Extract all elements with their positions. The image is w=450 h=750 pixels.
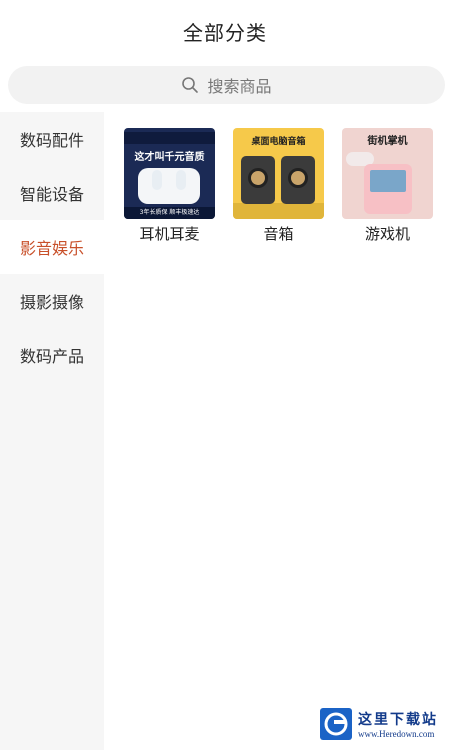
header: 全部分类: [0, 0, 450, 62]
game-console-image: 街机掌机: [342, 128, 433, 219]
earbuds-case: [138, 168, 200, 204]
banner-strip: [124, 132, 215, 144]
sidebar-item-digital-accessories[interactable]: 数码配件: [0, 112, 104, 166]
product-speakers[interactable]: 桌面电脑音箱 音箱: [233, 128, 324, 244]
console-screen: [370, 170, 406, 192]
watermark-en: www.Heredown.com: [358, 729, 435, 739]
earbud-left: [152, 170, 162, 190]
site-watermark: 这里下载站 www.Heredown.com: [320, 708, 438, 740]
watermark-cn: 这里下载站: [358, 712, 438, 728]
watermark-text: 这里下载站 www.Heredown.com: [358, 709, 438, 739]
console-headline: 街机掌机: [367, 136, 408, 147]
earbud-right: [176, 170, 186, 190]
search-bar[interactable]: 搜索商品: [8, 66, 445, 104]
sidebar-item-smart-devices[interactable]: 智能设备: [0, 166, 104, 220]
sidebar-item-photography[interactable]: 摄影摄像: [0, 274, 104, 328]
product-label: 音箱: [263, 225, 294, 243]
sidebar-item-digital-products[interactable]: 数码产品: [0, 328, 104, 382]
page-title: 全部分类: [183, 20, 267, 45]
product-earphones[interactable]: 这才叫千元音质 3年长质保 顺丰极速达 耳机耳麦: [124, 128, 215, 244]
category-sidebar: 数码配件 智能设备 影音娱乐 摄影摄像 数码产品: [0, 112, 104, 750]
app-root: 全部分类 搜索商品 数码配件 智能设备 影音娱乐 摄影摄像 数码产品 这才叫千元…: [0, 0, 450, 750]
product-label: 耳机耳麦: [139, 225, 200, 243]
speakers-image: 桌面电脑音箱: [233, 128, 324, 219]
search-icon: [182, 77, 199, 93]
floor-shape: [233, 203, 324, 219]
speaker-right: [281, 156, 315, 204]
sidebar-item-audio-entertainment[interactable]: 影音娱乐: [0, 220, 104, 274]
product-label: 游戏机: [364, 225, 410, 243]
heredown-logo-icon: [320, 708, 352, 740]
category-content: 这才叫千元音质 3年长质保 顺丰极速达 耳机耳麦 桌面电脑音箱 音箱 街机掌机 …: [104, 112, 450, 672]
earphones-footer: 3年长质保 顺丰极速达: [124, 207, 215, 219]
product-grid: 这才叫千元音质 3年长质保 顺丰极速达 耳机耳麦 桌面电脑音箱 音箱 街机掌机 …: [124, 128, 433, 244]
product-game-console[interactable]: 街机掌机 游戏机: [342, 128, 433, 244]
speakers-headline: 桌面电脑音箱: [251, 137, 306, 147]
search-placeholder: 搜索商品: [207, 77, 272, 96]
earphones-headline: 这才叫千元音质: [134, 152, 205, 163]
speaker-left: [241, 156, 275, 204]
earphones-image: 这才叫千元音质 3年长质保 顺丰极速达: [124, 128, 215, 219]
